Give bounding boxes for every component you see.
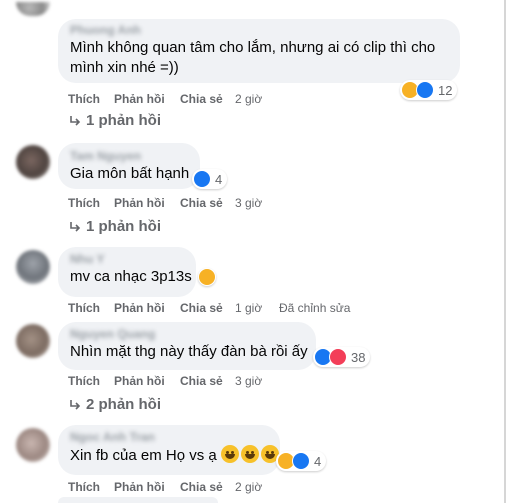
- replies-count-label: 1 phản hồi: [86, 218, 161, 235]
- reply-button[interactable]: Phản hồi: [114, 92, 180, 106]
- comment-text: Gia môn bất hạnh: [70, 165, 190, 182]
- comment-author-blurred: Tam Nguyen: [70, 149, 142, 163]
- comment-actions: Thích Phản hồi Chia sẻ 1 giờ Đã chỉnh sử…: [68, 301, 350, 315]
- comment-author-blurred: Nguyen Quang: [70, 327, 156, 341]
- reply-button[interactable]: Phản hồi: [114, 301, 180, 315]
- reply-button[interactable]: Phản hồi: [114, 480, 180, 494]
- reaction-count: 4: [215, 171, 223, 187]
- reaction-summary[interactable]: 4: [276, 451, 327, 471]
- comment-bubble: Phuong Anh Mình không quan tâm cho lắm, …: [58, 19, 460, 83]
- comment-time[interactable]: 2 giờ: [235, 92, 279, 106]
- share-button[interactable]: Chia sẻ: [180, 374, 235, 388]
- reply-button[interactable]: Phản hồi: [114, 374, 180, 388]
- comment-author-blurred: Ngoc Anh Tran: [70, 430, 155, 444]
- comment-actions: Thích Phản hồi Chia sẻ 2 giờ: [68, 92, 279, 106]
- reaction-count: 38: [351, 349, 366, 365]
- avatar[interactable]: [16, 145, 50, 179]
- comment-time[interactable]: 2 giờ: [235, 480, 279, 494]
- love-icon: [329, 348, 347, 366]
- reply-arrow-icon: [70, 115, 81, 126]
- comment-actions: Thích Phản hồi Chia sẻ 3 giờ: [68, 374, 279, 388]
- like-icon: [292, 452, 310, 470]
- replies-count-label: 1 phản hồi: [86, 112, 161, 129]
- reaction-count: 12: [438, 82, 453, 98]
- share-button[interactable]: Chia sẻ: [180, 92, 235, 106]
- comment-bubble: Nhu Y mv ca nhạc 3p13s: [58, 247, 216, 297]
- avatar[interactable]: [16, 324, 50, 358]
- comment-bubble: Ngoc Anh Tran Xin fb của em Họ vs ạ: [58, 425, 280, 475]
- reaction-count: 4: [314, 453, 322, 469]
- comment-text-line2: mình xin nhé =)): [70, 59, 179, 76]
- avatar[interactable]: [16, 250, 50, 284]
- reply-button[interactable]: Phản hồi: [114, 196, 180, 210]
- avatar[interactable]: [16, 2, 50, 16]
- grinning-emoji-icon: [220, 445, 239, 463]
- share-button[interactable]: Chia sẻ: [180, 480, 235, 494]
- like-icon: [193, 170, 211, 188]
- like-icon: [416, 81, 434, 99]
- haha-icon[interactable]: [197, 268, 216, 287]
- comment-text-value: mv ca nhạc 3p13s: [70, 268, 192, 285]
- reaction-summary[interactable]: 12: [400, 80, 458, 100]
- reaction-summary[interactable]: 4: [192, 169, 228, 189]
- comment-time[interactable]: 3 giờ: [235, 374, 279, 388]
- like-button[interactable]: Thích: [68, 480, 114, 494]
- view-replies-button[interactable]: 2 phản hồi: [68, 396, 161, 413]
- comment-text: mv ca nhạc 3p13s: [70, 267, 216, 287]
- share-button[interactable]: Chia sẻ: [180, 196, 235, 210]
- comment-author-blurred: Phuong Anh: [70, 23, 141, 37]
- share-button[interactable]: Chia sẻ: [180, 301, 235, 315]
- edited-label: Đã chỉnh sửa: [279, 301, 351, 315]
- reaction-summary[interactable]: 38: [313, 347, 371, 367]
- comment-text: Xin fb của em Họ vs ạ: [70, 445, 279, 466]
- comment-actions: Thích Phản hồi Chia sẻ 3 giờ: [68, 196, 279, 210]
- comment-text: Mình không quan tâm cho lắm, nhưng ai có…: [70, 39, 436, 56]
- grinning-emoji-icon: [240, 445, 259, 463]
- like-button[interactable]: Thích: [68, 196, 114, 210]
- comment-actions: Thích Phản hồi Chia sẻ 2 giờ: [68, 480, 279, 494]
- view-replies-button[interactable]: 1 phản hồi: [68, 218, 161, 235]
- comment-bubble: Nguyen Quang Nhìn mặt thg này thấy đàn b…: [58, 322, 316, 370]
- comment-bubble-partial: [58, 497, 218, 503]
- replies-count-label: 2 phản hồi: [86, 396, 161, 413]
- comment-text-value: Xin fb của em Họ vs ạ: [70, 447, 217, 464]
- comment-time[interactable]: 1 giờ: [235, 301, 279, 315]
- comment-bubble: Tam Nguyen Gia môn bất hạnh: [58, 143, 200, 189]
- comment-time[interactable]: 3 giờ: [235, 196, 279, 210]
- avatar[interactable]: [16, 428, 50, 462]
- comment-author-blurred: Nhu Y: [70, 252, 105, 266]
- like-button[interactable]: Thích: [68, 92, 114, 106]
- like-button[interactable]: Thích: [68, 374, 114, 388]
- comment-text: Nhìn mặt thg này thấy đàn bà rồi ấy: [70, 343, 308, 360]
- like-button[interactable]: Thích: [68, 301, 114, 315]
- reply-arrow-icon: [70, 399, 81, 410]
- view-replies-button[interactable]: 1 phản hồi: [68, 112, 161, 129]
- reply-arrow-icon: [70, 221, 81, 232]
